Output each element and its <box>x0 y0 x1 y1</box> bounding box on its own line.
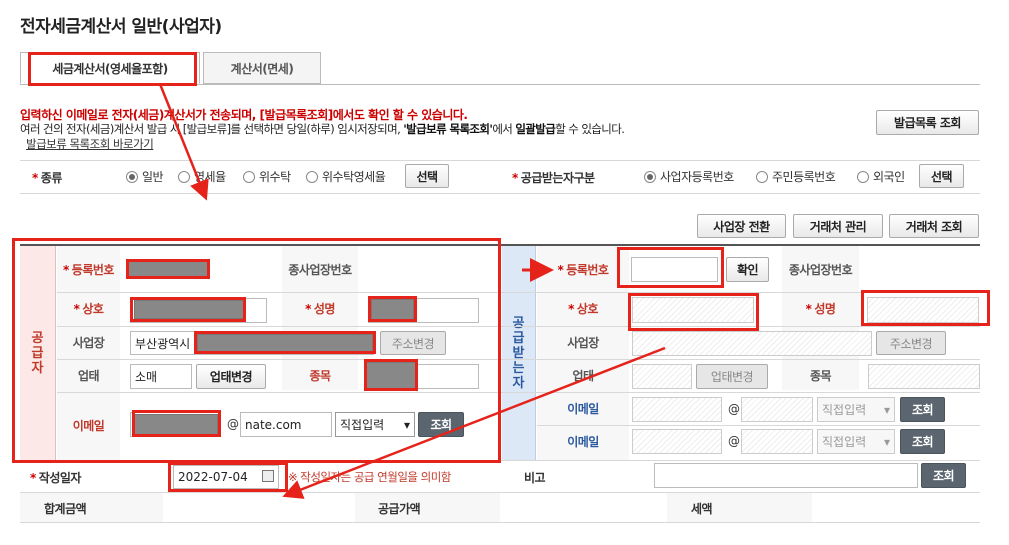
receiver-radio-foreigner[interactable]: 외국인 <box>857 168 905 185</box>
remarks-lookup-button[interactable]: 조회 <box>921 463 966 488</box>
receiver-email2-lookup-button[interactable]: 조회 <box>900 429 945 454</box>
remarks-label: 비고 <box>524 471 546 485</box>
receiver-email2-id-input[interactable] <box>632 429 722 454</box>
search-partner-button[interactable]: 거래처 조회 <box>889 214 979 238</box>
receiver-email1-id-input[interactable] <box>632 397 722 422</box>
receiver-confirm-button[interactable]: 확인 <box>726 257 769 282</box>
row-divider <box>537 425 980 426</box>
supply-label: 공급가액 <box>378 502 421 516</box>
receiver-type-label: * 공급받는자구분 <box>512 171 595 185</box>
total-label-bg <box>20 493 163 522</box>
total-label: 합계금액 <box>44 502 87 516</box>
receiver-email1-label: 이메일 <box>567 402 599 416</box>
radio-dot <box>126 170 138 183</box>
chevron-down-icon: ▾ <box>883 402 890 417</box>
radio-dot <box>243 170 255 183</box>
highlight-company <box>130 297 246 322</box>
tax-label: 세액 <box>691 502 713 516</box>
receiver-email2-domain-input[interactable] <box>741 429 813 454</box>
receiver-side-label: 공급받는자 <box>502 246 536 460</box>
receiver-select-button[interactable]: 선택 <box>919 164 964 188</box>
receiver-biz-item-label: 종목 <box>809 369 832 383</box>
highlight-name <box>368 296 417 322</box>
date-note: ※ 작성일자는 공급 연월일을 의미함 <box>288 470 451 484</box>
row-divider <box>20 193 980 194</box>
receiver-change-address-button[interactable]: 주소변경 <box>876 331 946 355</box>
tab-invoice-exempt[interactable]: 계산서(면세) <box>203 52 321 84</box>
receiver-sub-biz-label: 종사업장번호 <box>788 263 853 277</box>
highlight-address <box>194 331 376 354</box>
date-label: * 작성일자 <box>30 471 81 485</box>
receiver-change-biz-type-button[interactable]: 업태변경 <box>696 364 768 389</box>
kind-radio-consign[interactable]: 위수탁 <box>243 168 291 185</box>
receiver-email2-select[interactable]: 직접입력 ▾ <box>817 429 895 454</box>
receiver-email1-select[interactable]: 직접입력 ▾ <box>817 397 895 422</box>
row-divider <box>20 492 980 493</box>
email-at: @ <box>728 434 740 448</box>
receiver-address-label: 사업장 <box>567 336 599 350</box>
kind-select-button[interactable]: 선택 <box>405 164 449 188</box>
highlight-biz-item <box>364 359 418 391</box>
highlight-receiver-reg-no <box>617 247 724 288</box>
receiver-address-input[interactable] <box>632 331 872 356</box>
highlight-date <box>168 462 288 492</box>
row-divider <box>20 160 980 161</box>
radio-dot <box>644 170 656 183</box>
radio-dot <box>857 170 869 183</box>
receiver-reg-no-label: * 등록번호 <box>557 263 609 277</box>
remarks-input[interactable] <box>654 463 918 488</box>
receiver-radio-resident[interactable]: 주민등록번호 <box>756 168 836 185</box>
highlight-reg-no <box>126 259 210 279</box>
notice-hold: 여러 건의 전자(세금)계산서 발급 시 [발급보류]를 선택하면 당일(하루)… <box>20 122 625 136</box>
receiver-name-label: * 성명 <box>805 302 836 316</box>
kind-radio-zero-rate[interactable]: 영세율 <box>178 168 226 185</box>
receiver-biz-type-label: 업태 <box>572 369 594 383</box>
kind-radio-general[interactable]: 일반 <box>126 168 164 185</box>
switch-business-button[interactable]: 사업장 전환 <box>697 214 786 238</box>
receiver-email1-lookup-button[interactable]: 조회 <box>900 397 945 422</box>
highlight-receiver-name <box>861 290 990 326</box>
radio-dot <box>178 170 190 183</box>
chevron-down-icon: ▾ <box>883 434 890 449</box>
hold-list-link[interactable]: 발급보류 목록조회 바로가기 <box>26 136 154 152</box>
receiver-email1-domain-input[interactable] <box>741 397 813 422</box>
kind-radio-consign-zero[interactable]: 위수탁영세율 <box>306 168 386 185</box>
highlight-receiver-company <box>628 293 759 331</box>
tax-label-bg <box>667 493 812 522</box>
issue-list-button[interactable]: 발급목록 조회 <box>876 110 979 135</box>
manage-partner-button[interactable]: 거래처 관리 <box>793 214 883 238</box>
page-title: 전자세금계산서 일반(사업자) <box>20 17 222 37</box>
highlight-email <box>132 410 221 437</box>
receiver-biz-type-input[interactable] <box>632 364 692 389</box>
supply-label-bg <box>355 493 500 522</box>
receiver-email2-label: 이메일 <box>567 435 599 449</box>
row-divider <box>20 522 980 523</box>
radio-dot <box>756 170 768 183</box>
radio-dot <box>306 170 318 183</box>
receiver-biz-item-input[interactable] <box>868 364 980 389</box>
receiver-radio-biz[interactable]: 사업자등록번호 <box>644 168 734 185</box>
receiver-company-label: * 상호 <box>568 302 598 316</box>
highlight-tax-invoice-tab <box>28 52 197 86</box>
email-at: @ <box>728 402 740 416</box>
kind-label: * 종류 <box>32 171 62 185</box>
